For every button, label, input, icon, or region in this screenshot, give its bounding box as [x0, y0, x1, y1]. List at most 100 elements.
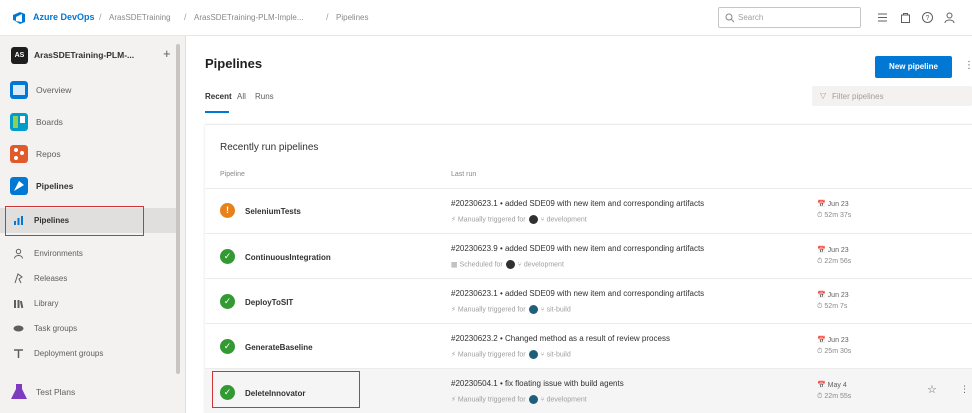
run-trigger: ⚡ Manually triggered for ⑂ sit-build [451, 305, 571, 314]
releases-icon [14, 273, 23, 284]
sidebar-item-repos[interactable]: Repos [0, 138, 176, 170]
branch-name[interactable]: sit-build [547, 306, 571, 313]
sidebar-subitem-task-groups[interactable]: Task groups [0, 316, 176, 341]
tab-runs[interactable]: Runs [255, 92, 274, 101]
favorite-star-icon[interactable]: ☆ [927, 383, 937, 396]
run-date-text: Jun 23 [827, 292, 849, 299]
user-avatar [528, 215, 538, 224]
success-status-icon: ✓ [220, 339, 235, 354]
branch-name[interactable]: development [547, 396, 587, 403]
azure-devops-logo-icon[interactable] [12, 11, 26, 25]
page-title: Pipelines [205, 56, 263, 71]
run-duration-text: 22m 55s [824, 393, 852, 400]
branch-name[interactable]: development [547, 216, 587, 223]
sidebar-item-label: Test Plans [36, 387, 76, 397]
branch-name[interactable]: development [524, 261, 564, 268]
run-commit-message[interactable]: #20230623.1 • added SDE09 with new item … [451, 199, 704, 208]
table-row[interactable] [205, 323, 972, 368]
pipeline-name[interactable]: DeployToSIT [245, 298, 293, 307]
tab-all[interactable]: All [237, 92, 246, 101]
run-date: 📅 Jun 23 [817, 292, 849, 299]
sidebar-subitem-releases[interactable]: Releases [0, 266, 176, 291]
user-avatar [528, 305, 538, 314]
run-trigger: ▦ Scheduled for ⑂ development [451, 260, 564, 269]
search-icon [725, 13, 735, 23]
deployment-groups-icon [14, 349, 23, 358]
run-commit-message[interactable]: #20230504.1 • fix floating issue with bu… [451, 379, 624, 388]
repos-icon [10, 145, 28, 163]
project-name: ArasSDETraining-PLM-... [34, 50, 135, 60]
breadcrumb-project[interactable]: ArasSDETraining-PLM-Imple... [194, 13, 304, 22]
brand-link[interactable]: Azure DevOps [33, 12, 95, 22]
trigger-text: Manually triggered for [457, 351, 526, 359]
breadcrumb-separator: / [184, 12, 187, 22]
breadcrumb-separator: / [99, 12, 102, 22]
sidebar-item-pipelines[interactable]: Pipelines [0, 170, 176, 202]
library-icon [14, 300, 24, 309]
pipeline-name[interactable]: GenerateBaseline [245, 343, 313, 352]
warning-status-icon: ! [220, 203, 235, 218]
user-avatar [528, 350, 538, 359]
tab-recent[interactable]: Recent [205, 92, 232, 101]
filter-placeholder: Filter pipelines [832, 92, 884, 101]
table-row[interactable] [205, 188, 972, 233]
run-date-text: Jun 23 [827, 201, 849, 208]
breadcrumb-section[interactable]: Pipelines [336, 13, 368, 22]
list-settings-icon[interactable] [876, 11, 889, 24]
run-commit-message[interactable]: #20230623.2 • Changed method as a result… [451, 334, 670, 343]
pipeline-name[interactable]: ContinuousIntegration [245, 253, 331, 262]
overview-icon [10, 81, 28, 99]
run-duration: ⏱ 52m 37s [817, 212, 852, 219]
highlight-box [212, 371, 360, 408]
row-more-icon[interactable]: ⋮ [960, 384, 969, 395]
shopping-bag-icon[interactable] [899, 11, 912, 24]
sidebar-item-overview[interactable]: Overview [0, 74, 176, 106]
success-status-icon: ✓ [220, 294, 235, 309]
help-icon[interactable]: ? [921, 11, 934, 24]
sidebar-scrollbar[interactable] [176, 44, 180, 374]
sidebar-item-test-plans[interactable]: Test Plans [0, 376, 176, 408]
breadcrumb-separator: / [326, 12, 329, 22]
run-date: 📅 Jun 23 [817, 247, 849, 254]
run-duration: ⏱ 22m 56s [817, 258, 852, 265]
table-row[interactable] [205, 278, 972, 323]
sidebar-subitem-library[interactable]: Library [0, 291, 176, 316]
pipelines-icon [10, 177, 28, 195]
run-duration-text: 52m 37s [824, 212, 852, 219]
highlight-box [5, 206, 144, 236]
run-date-text: May 4 [827, 382, 847, 389]
trigger-text: Manually triggered for [457, 216, 526, 224]
branch-name[interactable]: sit-build [547, 351, 571, 358]
sidebar-subitem-deployment-groups[interactable]: Deployment groups [0, 341, 176, 366]
run-duration: ⏱ 22m 55s [817, 393, 852, 400]
sidebar-subitem-environments[interactable]: Environments [0, 241, 176, 266]
new-pipeline-button[interactable]: New pipeline [875, 56, 952, 78]
project-selector[interactable]: AS ArasSDETraining-PLM-... + [0, 36, 186, 74]
column-header-pipeline: Pipeline [220, 171, 245, 178]
run-trigger: ⚡ Manually triggered for ⑂ development [451, 395, 587, 404]
trigger-text: Scheduled for [459, 261, 503, 269]
boards-icon [10, 113, 28, 131]
run-commit-message[interactable]: #20230623.9 • added SDE09 with new item … [451, 244, 704, 253]
user-avatar [528, 395, 538, 404]
top-bar: Azure DevOps / ArasSDETraining / ArasSDE… [0, 0, 972, 36]
breadcrumb-org[interactable]: ArasSDETraining [109, 13, 171, 22]
run-duration-text: 22m 56s [824, 258, 852, 265]
section-title: Recently run pipelines [220, 142, 319, 153]
run-commit-message[interactable]: #20230623.1 • added SDE09 with new item … [451, 289, 704, 298]
more-actions-icon[interactable]: ⋮ [964, 60, 972, 71]
test-plans-icon [11, 384, 27, 399]
user-settings-icon[interactable] [943, 11, 956, 24]
run-date: 📅 Jun 23 [817, 201, 849, 208]
filter-pipelines-input[interactable]: ▽ Filter pipelines [812, 86, 972, 106]
tab-active-indicator [205, 111, 229, 113]
add-project-button[interactable]: + [163, 46, 171, 61]
trigger-text: Manually triggered for [457, 306, 526, 314]
environments-icon [14, 248, 23, 259]
sidebar-subitem-label: Releases [34, 274, 68, 283]
search-box[interactable]: Search [718, 7, 861, 28]
sidebar-item-boards[interactable]: Boards [0, 106, 176, 138]
run-duration: ⏱ 25m 30s [817, 348, 852, 355]
run-date-text: Jun 23 [827, 337, 849, 344]
pipeline-name[interactable]: SeleniumTests [245, 207, 301, 216]
